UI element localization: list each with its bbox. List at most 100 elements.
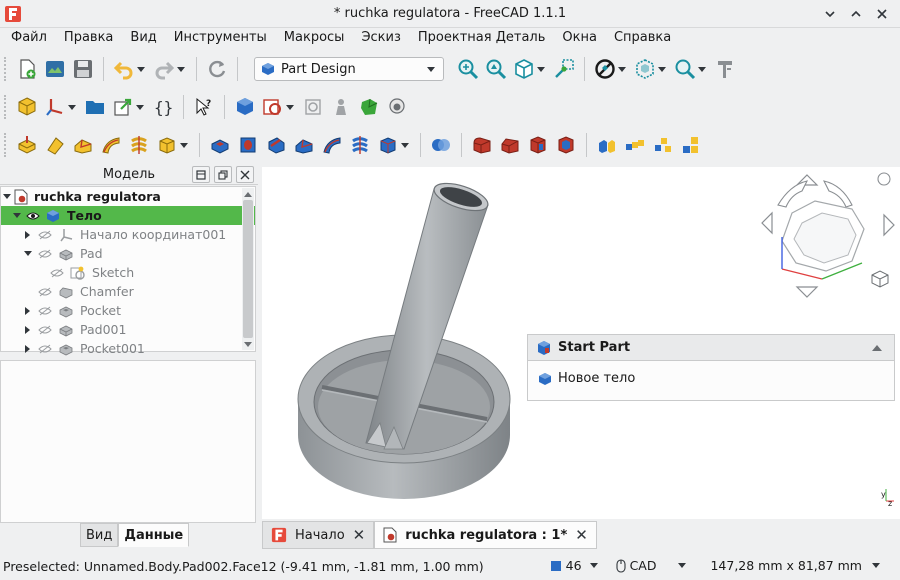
close-tab-icon[interactable]: ✕ (353, 526, 366, 544)
visibility-hidden-icon[interactable] (37, 227, 53, 243)
visibility-hidden-icon[interactable] (37, 322, 53, 338)
link-dropdown[interactable] (135, 93, 145, 121)
additive-primitive-button[interactable] (153, 131, 181, 159)
maximize-button[interactable] (846, 4, 866, 24)
scroll-down-icon[interactable] (244, 341, 252, 349)
scroll-up-icon[interactable] (244, 190, 252, 198)
create-body-button[interactable] (231, 93, 259, 121)
create-part-button[interactable] (13, 93, 41, 121)
groove-button[interactable] (262, 131, 290, 159)
undo-dropdown[interactable] (136, 55, 146, 83)
tree-item-body[interactable]: Тело (1, 206, 255, 225)
expand-arrow-icon[interactable] (23, 325, 33, 335)
create-sketch-button[interactable] (259, 93, 287, 121)
chamfer-button[interactable] (496, 131, 524, 159)
expand-arrow-icon[interactable] (23, 230, 33, 240)
expand-arrow-icon[interactable] (2, 192, 12, 202)
pad-button[interactable] (13, 131, 41, 159)
fit-all-button[interactable] (454, 55, 482, 83)
validate-sketch-button[interactable] (299, 93, 327, 121)
tree-item-pocket001[interactable]: Pocket001 (1, 339, 255, 358)
create-link-button[interactable] (109, 93, 137, 121)
task-panel-header[interactable]: Start Part (528, 335, 894, 361)
open-document-button[interactable] (41, 55, 69, 83)
create-variable-set-button[interactable]: {} (149, 93, 177, 121)
close-tab-icon[interactable]: ✕ (575, 526, 588, 544)
draw-style-dropdown[interactable] (617, 55, 627, 83)
draw-style-button[interactable] (591, 55, 619, 83)
workbench-selector[interactable]: Part Design (254, 57, 444, 81)
datum-dropdown[interactable] (67, 93, 77, 121)
fillet-button[interactable] (468, 131, 496, 159)
bounding-box-dropdown[interactable] (657, 55, 667, 83)
zoom-dropdown[interactable] (697, 55, 707, 83)
undo-button[interactable] (110, 55, 138, 83)
bounding-box-button[interactable] (631, 55, 659, 83)
linear-pattern-button[interactable] (621, 131, 649, 159)
menu-file[interactable]: Файл (4, 28, 57, 50)
toolbar-grip[interactable] (4, 95, 9, 119)
visibility-hidden-icon[interactable] (37, 341, 53, 357)
revolution-button[interactable] (41, 131, 69, 159)
subtractive-pipe-button[interactable] (318, 131, 346, 159)
toolbar-grip[interactable] (4, 57, 9, 81)
mirrored-button[interactable] (593, 131, 621, 159)
scroll-thumb[interactable] (243, 200, 253, 338)
create-axis-button[interactable] (41, 93, 69, 121)
subtractive-helix-button[interactable] (346, 131, 374, 159)
subshape-binder-button[interactable] (355, 93, 383, 121)
navigation-style-selector[interactable]: CAD (616, 558, 687, 573)
tab-view[interactable]: Вид (80, 523, 119, 547)
additive-helix-button[interactable] (125, 131, 153, 159)
box-zoom-button[interactable] (550, 55, 578, 83)
visibility-hidden-icon[interactable] (37, 246, 53, 262)
visibility-hidden-icon[interactable] (37, 284, 53, 300)
expand-arrow-icon[interactable] (12, 211, 22, 221)
tab-document[interactable]: ruchka regulatora : 1* ✕ (374, 521, 597, 549)
clone-button[interactable] (383, 93, 411, 121)
measure-button[interactable] (711, 55, 739, 83)
redo-button[interactable] (150, 55, 178, 83)
additive-loft-button[interactable] (69, 131, 97, 159)
sketch-dropdown[interactable] (285, 93, 295, 121)
expand-arrow-icon[interactable] (23, 249, 33, 259)
tree-scrollbar[interactable] (242, 188, 254, 350)
tree-item-sketch[interactable]: Sketch (1, 263, 255, 282)
3d-viewport[interactable]: y z Start Part Новое тело (262, 167, 900, 519)
thickness-button[interactable] (552, 131, 580, 159)
new-body-action[interactable]: Новое тело (528, 361, 894, 396)
expand-arrow-icon[interactable] (23, 344, 33, 354)
visibility-hidden-icon[interactable] (49, 265, 65, 281)
expand-arrow-icon[interactable] (23, 306, 33, 316)
menu-sketch[interactable]: Эскиз (354, 28, 410, 50)
tree-item-pad[interactable]: Pad (1, 244, 255, 263)
redo-dropdown[interactable] (176, 55, 186, 83)
hole-button[interactable] (234, 131, 262, 159)
save-document-button[interactable] (69, 55, 97, 83)
additive-pipe-button[interactable] (97, 131, 125, 159)
menu-windows[interactable]: Окна (555, 28, 607, 50)
shape-binder-button[interactable] (327, 93, 355, 121)
boolean-button[interactable] (427, 131, 455, 159)
menu-help[interactable]: Справка (607, 28, 681, 50)
menu-edit[interactable]: Правка (57, 28, 123, 50)
panel-float-button[interactable] (214, 166, 232, 183)
view-dimensions-selector[interactable]: 147,28 mm x 81,87 mm (710, 558, 880, 573)
tab-data[interactable]: Данные (118, 523, 190, 547)
menu-macros[interactable]: Макросы (277, 28, 355, 50)
additive-primitive-dropdown[interactable] (179, 131, 189, 159)
view-cube-button[interactable] (510, 55, 538, 83)
chevron-up-icon[interactable] (872, 345, 882, 351)
fit-selection-button[interactable] (482, 55, 510, 83)
close-window-button[interactable] (872, 4, 892, 24)
subtractive-primitive-dropdown[interactable] (400, 131, 410, 159)
menu-view[interactable]: Вид (123, 28, 166, 50)
tree-item-document[interactable]: ruchka regulatora (1, 187, 255, 206)
subtractive-primitive-button[interactable] (374, 131, 402, 159)
whats-this-button[interactable]: ? (190, 93, 218, 121)
panel-collapse-button[interactable] (192, 166, 210, 183)
tab-start-page[interactable]: Начало ✕ (262, 521, 375, 549)
tree-item-pocket[interactable]: Pocket (1, 301, 255, 320)
measure-zoom-button[interactable] (671, 55, 699, 83)
polar-pattern-button[interactable] (649, 131, 677, 159)
